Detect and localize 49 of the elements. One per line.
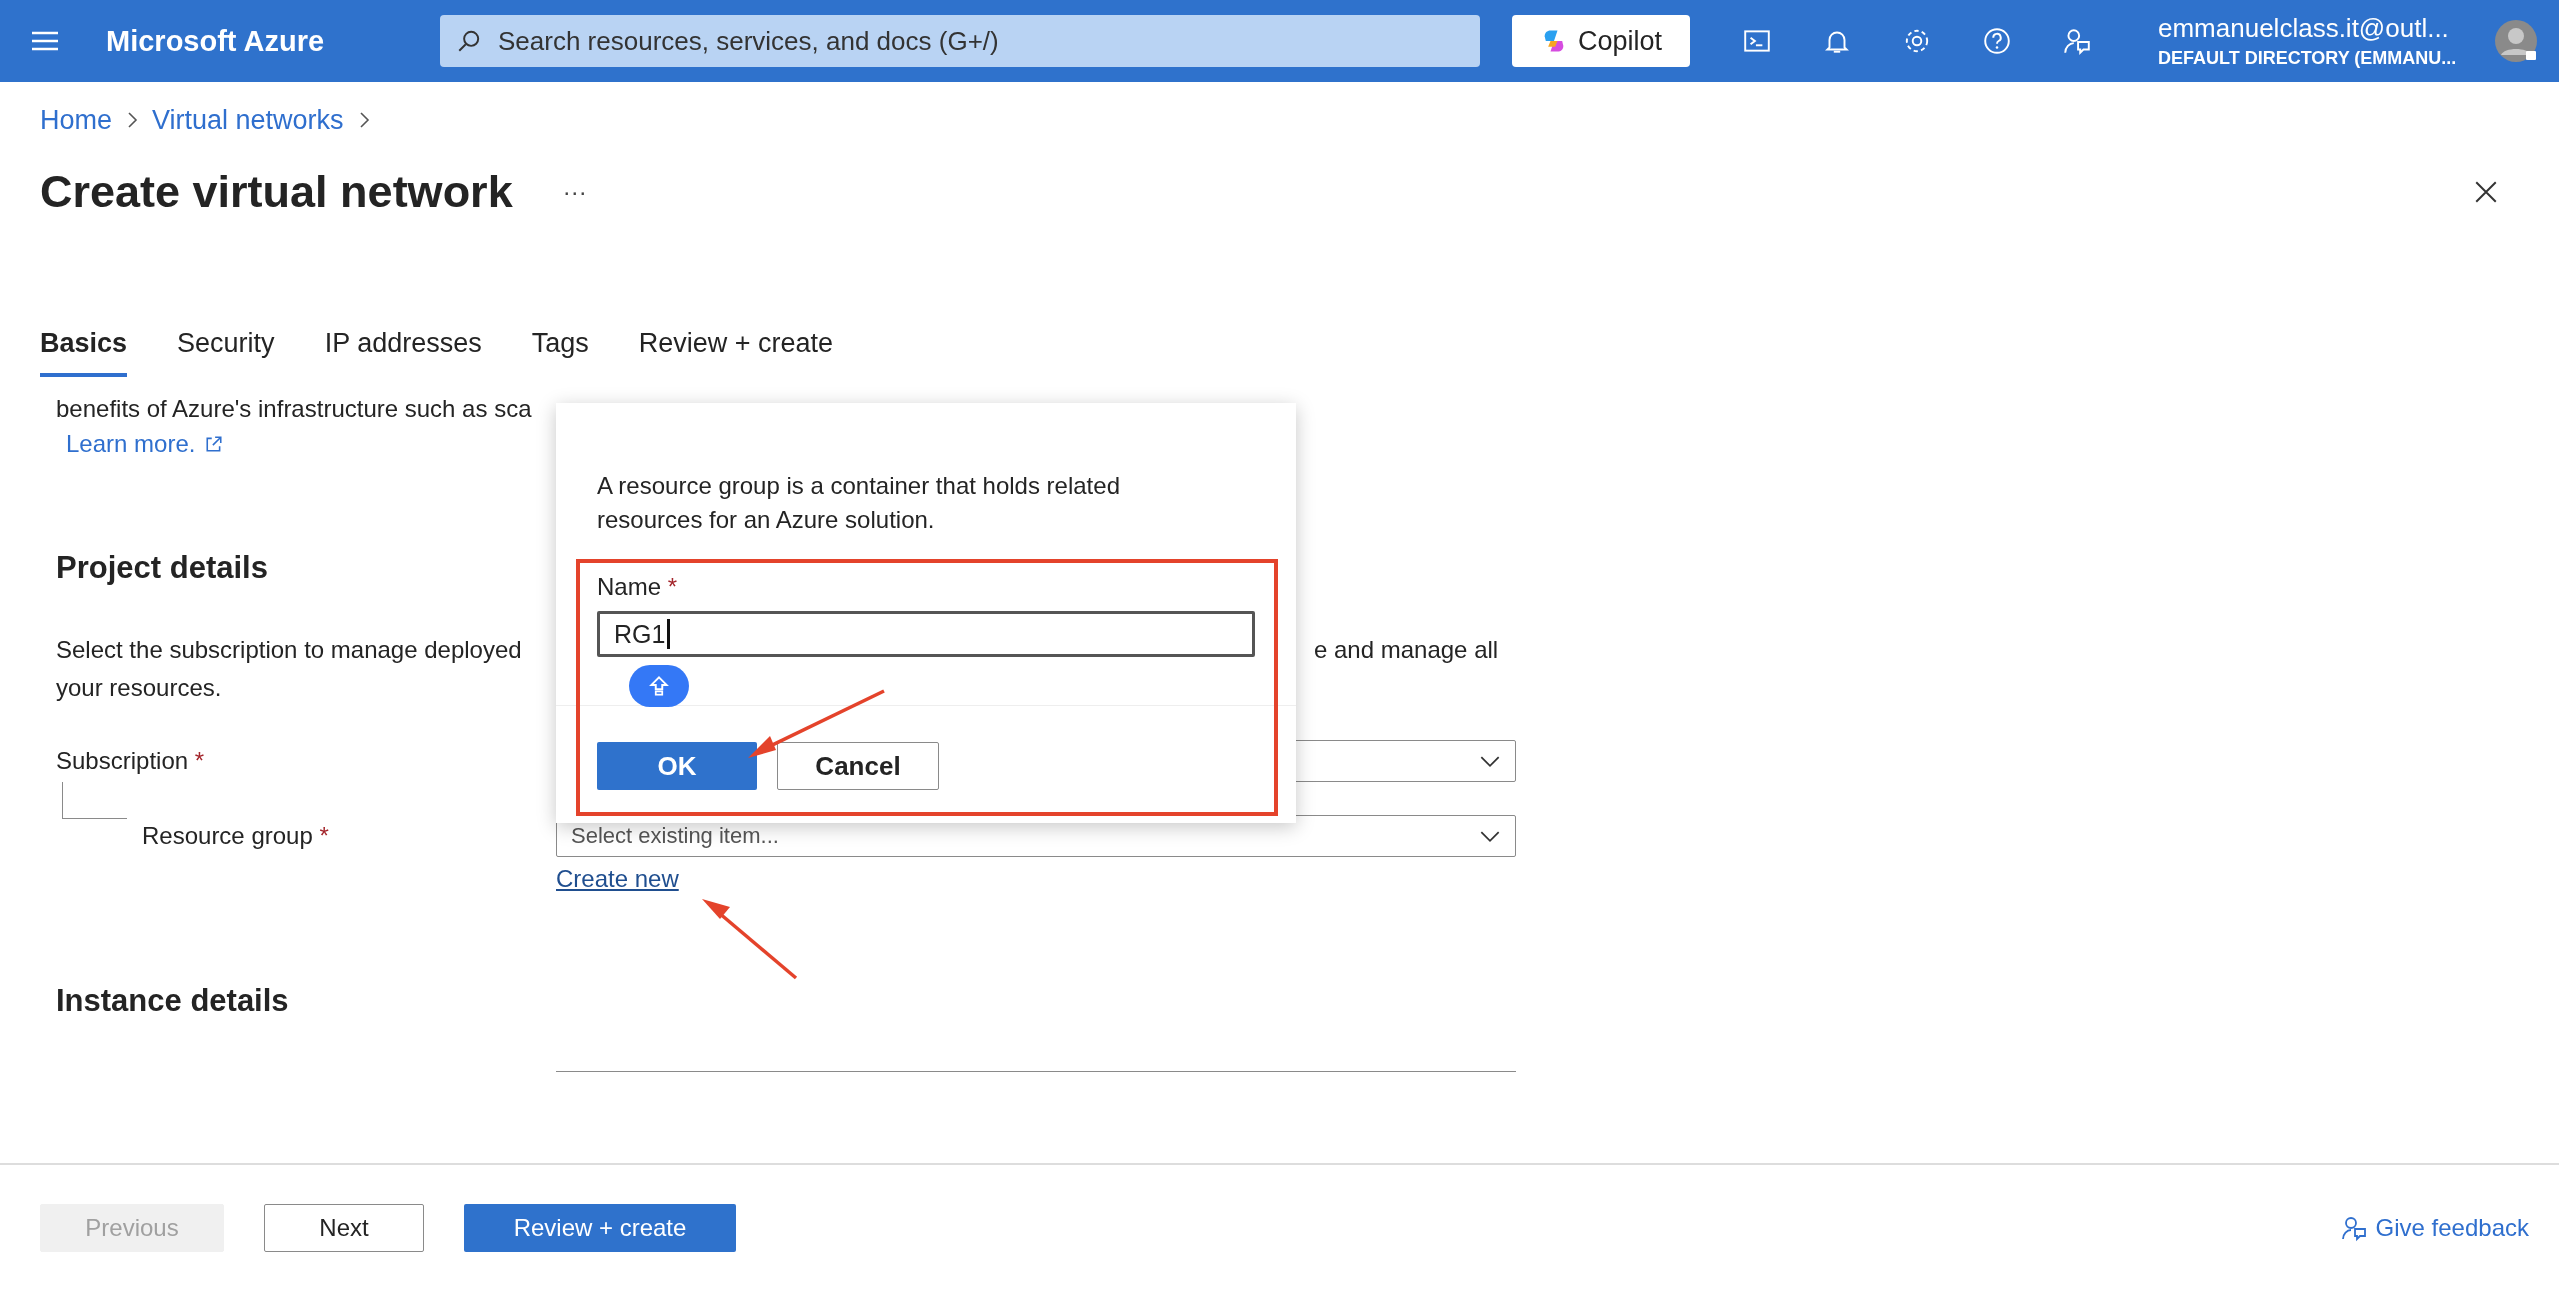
description-text: your resources. bbox=[56, 674, 222, 702]
caps-lock-icon bbox=[629, 665, 689, 707]
feedback-icon[interactable] bbox=[2062, 26, 2092, 56]
tab[interactable]: Tags bbox=[531, 328, 589, 377]
tab[interactable]: Security bbox=[177, 328, 275, 377]
page-title: Create virtual network bbox=[40, 166, 513, 218]
tree-connector bbox=[62, 782, 127, 819]
account-email[interactable]: emmanuelclass.it@outl... bbox=[2158, 13, 2478, 44]
description-text: e and manage all bbox=[1314, 636, 1500, 664]
tab[interactable]: Basics bbox=[40, 328, 128, 377]
breadcrumb-link[interactable]: Virtual networks bbox=[152, 104, 344, 136]
help-icon[interactable] bbox=[1982, 26, 2012, 56]
tab[interactable]: IP addresses bbox=[324, 328, 482, 377]
field-label: Resource group bbox=[142, 822, 313, 849]
breadcrumb-link[interactable]: Home bbox=[40, 104, 113, 136]
required-mark: * bbox=[194, 747, 205, 774]
account-directory[interactable]: DEFAULT DIRECTORY (EMMANU... bbox=[2158, 48, 2478, 69]
review-create-button[interactable]: Review + create bbox=[464, 1204, 736, 1252]
avatar-icon[interactable] bbox=[2494, 19, 2538, 63]
brand-name[interactable]: Microsoft Azure bbox=[106, 24, 438, 58]
more-actions[interactable]: ··· bbox=[562, 178, 587, 206]
section-heading: Project details bbox=[56, 550, 268, 586]
close-icon[interactable] bbox=[2473, 179, 2499, 205]
copilot-button[interactable]: Copilot bbox=[1512, 15, 1690, 67]
chevron-down-icon bbox=[1479, 754, 1501, 768]
cancel-button[interactable]: Cancel bbox=[777, 742, 939, 790]
chevron-right-icon bbox=[126, 110, 139, 130]
field-label: Name bbox=[597, 573, 662, 600]
required-mark: * bbox=[667, 573, 678, 600]
search-icon bbox=[456, 28, 482, 54]
ok-button[interactable]: OK bbox=[597, 742, 757, 790]
menu-icon[interactable] bbox=[30, 30, 60, 52]
name-input-field[interactable]: RG1 bbox=[597, 611, 1255, 657]
external-link-icon bbox=[205, 435, 224, 453]
field-label: Subscription bbox=[56, 747, 189, 774]
section-heading: Instance details bbox=[56, 983, 289, 1019]
next-button[interactable]: Next bbox=[264, 1204, 424, 1252]
search-field[interactable]: Search resources, services, and docs (G+/) bbox=[440, 15, 1480, 67]
feedback-icon bbox=[2339, 1214, 2368, 1242]
chevron-down-icon bbox=[1479, 829, 1501, 843]
dialog-description: A resource group is a container that holds related resources for an Azure solution. bbox=[597, 471, 1121, 535]
required-mark: * bbox=[319, 822, 329, 849]
chevron-right-icon bbox=[357, 110, 370, 130]
create-new-link[interactable]: Create new bbox=[556, 865, 679, 893]
description-text: Select the subscription to manage deployed bbox=[56, 636, 522, 664]
learn-more-link[interactable]: Learn more. bbox=[66, 430, 224, 458]
tab[interactable]: Review + create bbox=[638, 328, 834, 377]
intro-text: benefits of Azure's infrastructure such as sca bbox=[56, 396, 533, 422]
give-feedback-link[interactable]: Give feedback bbox=[2339, 1214, 2529, 1242]
